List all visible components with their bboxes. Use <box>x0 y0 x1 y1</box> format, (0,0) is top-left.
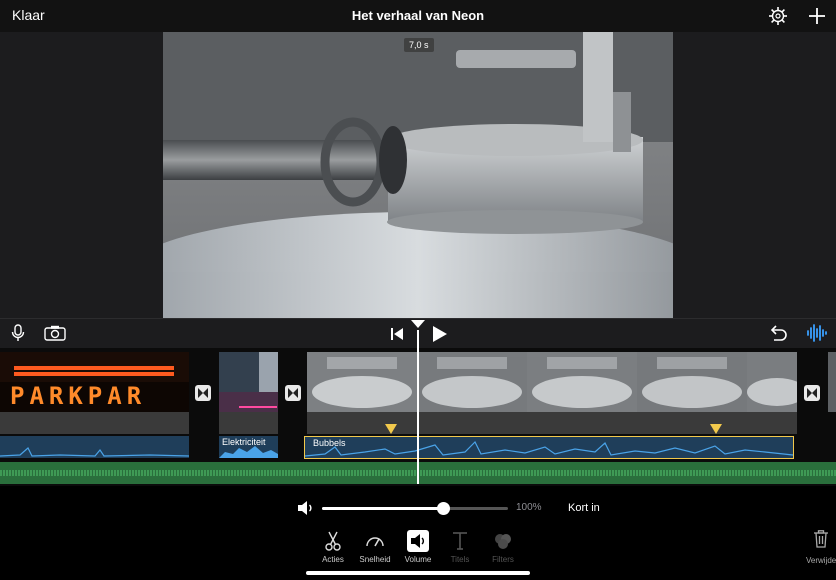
volume-slider-thumb[interactable] <box>436 502 450 515</box>
transition-icon[interactable] <box>804 385 820 401</box>
clip-trim-strip <box>0 412 189 434</box>
play-icon[interactable] <box>431 326 447 342</box>
home-indicator <box>306 571 530 575</box>
speedometer-icon <box>364 530 386 552</box>
volume-speaker-icon[interactable] <box>297 500 315 516</box>
next-clip-edge[interactable] <box>828 352 836 412</box>
park-sign-clip[interactable]: PARKPAR <box>0 352 189 412</box>
park-sign-text: PARKPAR <box>10 382 147 410</box>
transition-icon[interactable] <box>285 385 301 401</box>
park-audio-strip[interactable] <box>0 436 190 458</box>
playhead-handle[interactable] <box>411 320 425 328</box>
delete-label: Verwijder <box>806 556 836 565</box>
beat-marker[interactable] <box>710 424 722 434</box>
elektriciteit-clip[interactable] <box>219 352 278 412</box>
elektriciteit-label: Elektriciteit <box>222 437 266 447</box>
undo-icon[interactable] <box>768 325 788 341</box>
clip-duration-badge: 7,0 s <box>404 38 434 52</box>
volume-percent: 100% <box>516 502 542 513</box>
speaker-icon <box>407 530 429 552</box>
tool-label: Filters <box>492 555 514 564</box>
beat-marker[interactable] <box>385 424 397 434</box>
title-t-icon <box>449 530 471 552</box>
bubbels-clip[interactable] <box>307 352 797 412</box>
volume-slider-fill <box>322 507 443 510</box>
elektriciteit-audio-strip[interactable]: Elektriciteit <box>219 436 278 458</box>
tool-filters: Filters <box>478 530 528 564</box>
clip-trim-strip <box>219 412 278 434</box>
playhead[interactable] <box>417 330 419 484</box>
bubbels-label: Bubbels <box>313 438 346 448</box>
settings-gear-icon[interactable] <box>768 6 788 26</box>
audio-waveform-icon[interactable] <box>806 324 828 342</box>
camera-icon[interactable] <box>44 325 66 341</box>
filters-icon <box>492 530 514 552</box>
bubbels-audio-strip[interactable]: Bubbels <box>304 436 794 459</box>
trash-icon <box>806 530 836 553</box>
add-media-plus-icon[interactable] <box>806 5 828 27</box>
project-title: Het verhaal van Neon <box>351 8 485 23</box>
video-preview[interactable] <box>163 32 673 318</box>
transition-icon[interactable] <box>195 385 211 401</box>
microphone-icon[interactable] <box>10 324 26 342</box>
skip-to-start-icon[interactable] <box>390 327 404 340</box>
clip-trim-strip <box>307 412 797 434</box>
delete-button[interactable]: Verwijder <box>806 530 836 565</box>
scissors-icon <box>322 530 344 552</box>
fade-in-button[interactable]: Kort in <box>568 502 600 514</box>
